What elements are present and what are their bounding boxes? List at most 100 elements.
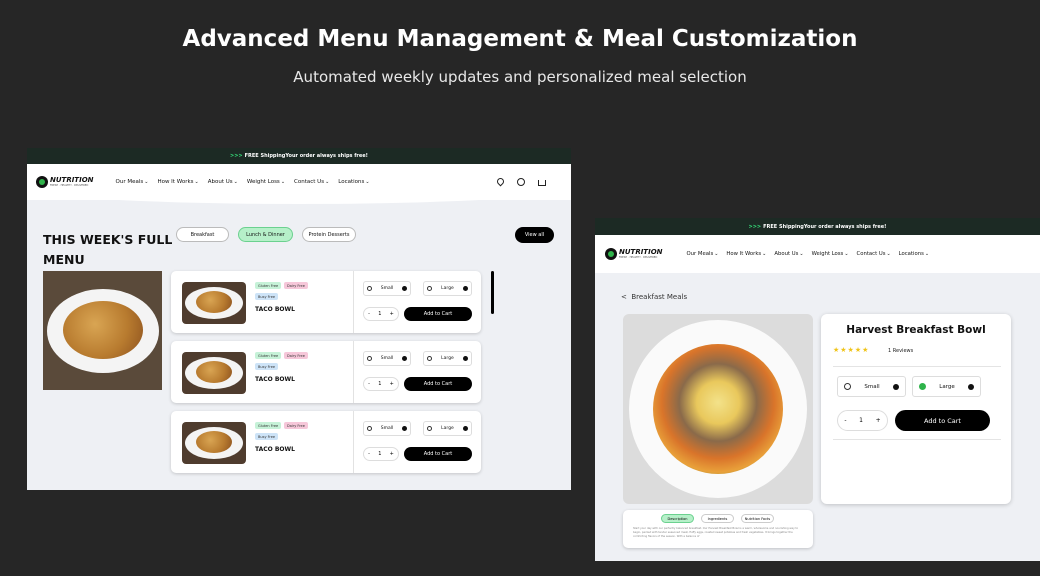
chevron-down-icon: ⌄ xyxy=(365,179,370,185)
tag-busy-free: Busy Free xyxy=(255,433,279,440)
size-label: Small xyxy=(864,383,880,390)
nav-label: Contact Us xyxy=(294,179,325,185)
logo-text: NUTRITION xyxy=(50,176,94,184)
size-label: Large xyxy=(441,286,454,291)
tab-description[interactable]: Description xyxy=(661,514,694,523)
quantity-stepper[interactable]: - 1 + xyxy=(837,410,888,431)
nav-item-weight-loss[interactable]: Weight Loss⌄ xyxy=(812,251,849,257)
info-icon[interactable] xyxy=(967,383,974,390)
meal-image xyxy=(182,352,246,394)
chevron-down-icon: ⌄ xyxy=(844,251,849,257)
tag-busy-free: Busy Free xyxy=(255,363,279,370)
cart-icon[interactable] xyxy=(538,180,546,186)
plus-icon[interactable]: + xyxy=(390,451,394,457)
size-large-option[interactable]: Large xyxy=(912,376,981,397)
size-small-option[interactable]: Small xyxy=(363,421,411,436)
scrollbar[interactable] xyxy=(491,271,494,314)
tab-nutrition-facts[interactable]: Nutrition Facts xyxy=(741,514,774,523)
plus-icon[interactable]: + xyxy=(390,381,394,387)
nav-item-about-us[interactable]: About Us⌄ xyxy=(774,251,803,257)
quantity-value: 1 xyxy=(859,417,863,424)
back-arrow-icon[interactable]: < xyxy=(621,293,627,301)
nav-label: About Us xyxy=(774,251,799,257)
info-icon[interactable] xyxy=(462,286,468,291)
divider xyxy=(353,271,354,333)
user-icon[interactable] xyxy=(517,178,525,186)
product-image xyxy=(623,314,813,504)
nav-item-our-meals[interactable]: Our Meals⌄ xyxy=(116,179,149,185)
add-to-cart-button[interactable]: Add to Cart xyxy=(895,410,990,431)
logo-text: NUTRITION xyxy=(619,248,663,256)
add-to-cart-button[interactable]: Add to Cart xyxy=(404,377,472,391)
plus-icon[interactable]: + xyxy=(390,311,394,317)
size-large-option[interactable]: Large xyxy=(423,281,472,296)
nav-item-about-us[interactable]: About Us⌄ xyxy=(208,179,238,185)
size-small-option[interactable]: Small xyxy=(363,351,411,366)
info-icon[interactable] xyxy=(402,356,407,361)
plus-icon[interactable]: + xyxy=(876,417,881,424)
add-to-cart-button[interactable]: Add to Cart xyxy=(404,447,472,461)
location-pin-icon[interactable] xyxy=(495,176,506,187)
breadcrumb[interactable]: < Breakfast Meals xyxy=(621,293,687,301)
size-label: Small xyxy=(380,426,394,431)
tag-gluten-free: Gluten Free xyxy=(255,422,282,429)
view-all-button[interactable]: View all xyxy=(515,227,554,243)
add-to-cart-button[interactable]: Add to Cart xyxy=(404,307,472,321)
minus-icon[interactable]: - xyxy=(368,311,370,317)
info-icon[interactable] xyxy=(462,356,468,361)
tab-ingredients[interactable]: Ingredients xyxy=(701,514,734,523)
promo-arrows: >>> xyxy=(748,223,762,230)
size-label: Small xyxy=(380,286,394,291)
review-count[interactable]: 1 Reviews xyxy=(888,348,913,354)
nav-item-how-it-works[interactable]: How It Works⌄ xyxy=(157,179,198,185)
chevron-down-icon: ⌄ xyxy=(280,179,286,185)
product-panel: Harvest Breakfast Bowl ★★★★★ 1 Reviews S… xyxy=(821,314,1011,504)
radio-icon xyxy=(844,383,851,390)
nav-item-how-it-works[interactable]: How It Works⌄ xyxy=(726,251,766,257)
info-icon[interactable] xyxy=(462,426,468,431)
size-label: Large xyxy=(939,383,955,390)
quantity-stepper[interactable]: - 1 + xyxy=(363,377,399,391)
tag-dairy-free: Dairy Free xyxy=(284,282,308,289)
meal-card: Gluten Free Dairy Free Busy Free TACO BO… xyxy=(171,411,481,473)
nav-item-weight-loss[interactable]: Weight Loss⌄ xyxy=(247,179,285,185)
size-large-option[interactable]: Large xyxy=(423,421,472,436)
size-small-option[interactable]: Small xyxy=(837,376,906,397)
filter-lunch-dinner[interactable]: Lunch & Dinner xyxy=(238,227,293,242)
nav-item-locations[interactable]: Locations⌄ xyxy=(338,179,369,185)
filter-protein-desserts[interactable]: Protein Desserts xyxy=(302,227,356,242)
logo-tagline: FRESH · HEALTHY · DELIVERED xyxy=(50,184,89,187)
description-panel: Description Ingredients Nutrition Facts … xyxy=(623,510,813,548)
chevron-down-icon: ⌄ xyxy=(144,179,149,185)
logo[interactable]: NUTRITION FRESH · HEALTHY · DELIVERED xyxy=(36,176,94,188)
meal-image xyxy=(182,282,246,324)
meal-name: TACO BOWL xyxy=(255,376,295,383)
chevron-down-icon: ⌄ xyxy=(233,179,238,185)
tag-gluten-free: Gluten Free xyxy=(255,282,282,289)
nav-item-our-meals[interactable]: Our Meals⌄ xyxy=(687,251,719,257)
tag-busy-free: Busy Free xyxy=(255,293,279,300)
filter-breakfast[interactable]: Breakfast xyxy=(176,227,229,242)
size-large-option[interactable]: Large xyxy=(423,351,472,366)
meal-name: TACO BOWL xyxy=(255,306,295,313)
logo[interactable]: NUTRITION FRESH · HEALTHY · DELIVERED xyxy=(605,248,663,260)
quantity-value: 1 xyxy=(378,451,382,457)
quantity-stepper[interactable]: - 1 + xyxy=(363,307,399,321)
size-small-option[interactable]: Small xyxy=(363,281,411,296)
minus-icon[interactable]: - xyxy=(368,381,370,387)
minus-icon[interactable]: - xyxy=(368,451,370,457)
promo-bar: >>> FREE ShippingYour order always ships… xyxy=(595,218,1040,235)
divider xyxy=(833,366,1001,367)
minus-icon[interactable]: - xyxy=(844,417,846,424)
product-page-screenshot: >>> FREE ShippingYour order always ships… xyxy=(595,218,1040,561)
quantity-stepper[interactable]: - 1 + xyxy=(363,447,399,461)
nav-item-contact-us[interactable]: Contact Us⌄ xyxy=(857,251,891,257)
info-icon[interactable] xyxy=(402,286,407,291)
tag-gluten-free: Gluten Free xyxy=(255,352,282,359)
info-icon[interactable] xyxy=(402,426,407,431)
nav-item-locations[interactable]: Locations⌄ xyxy=(899,251,929,257)
nav-item-contact-us[interactable]: Contact Us⌄ xyxy=(294,179,329,185)
radio-icon xyxy=(367,426,372,431)
info-icon[interactable] xyxy=(893,383,899,390)
nav-label: Our Meals xyxy=(686,251,714,257)
